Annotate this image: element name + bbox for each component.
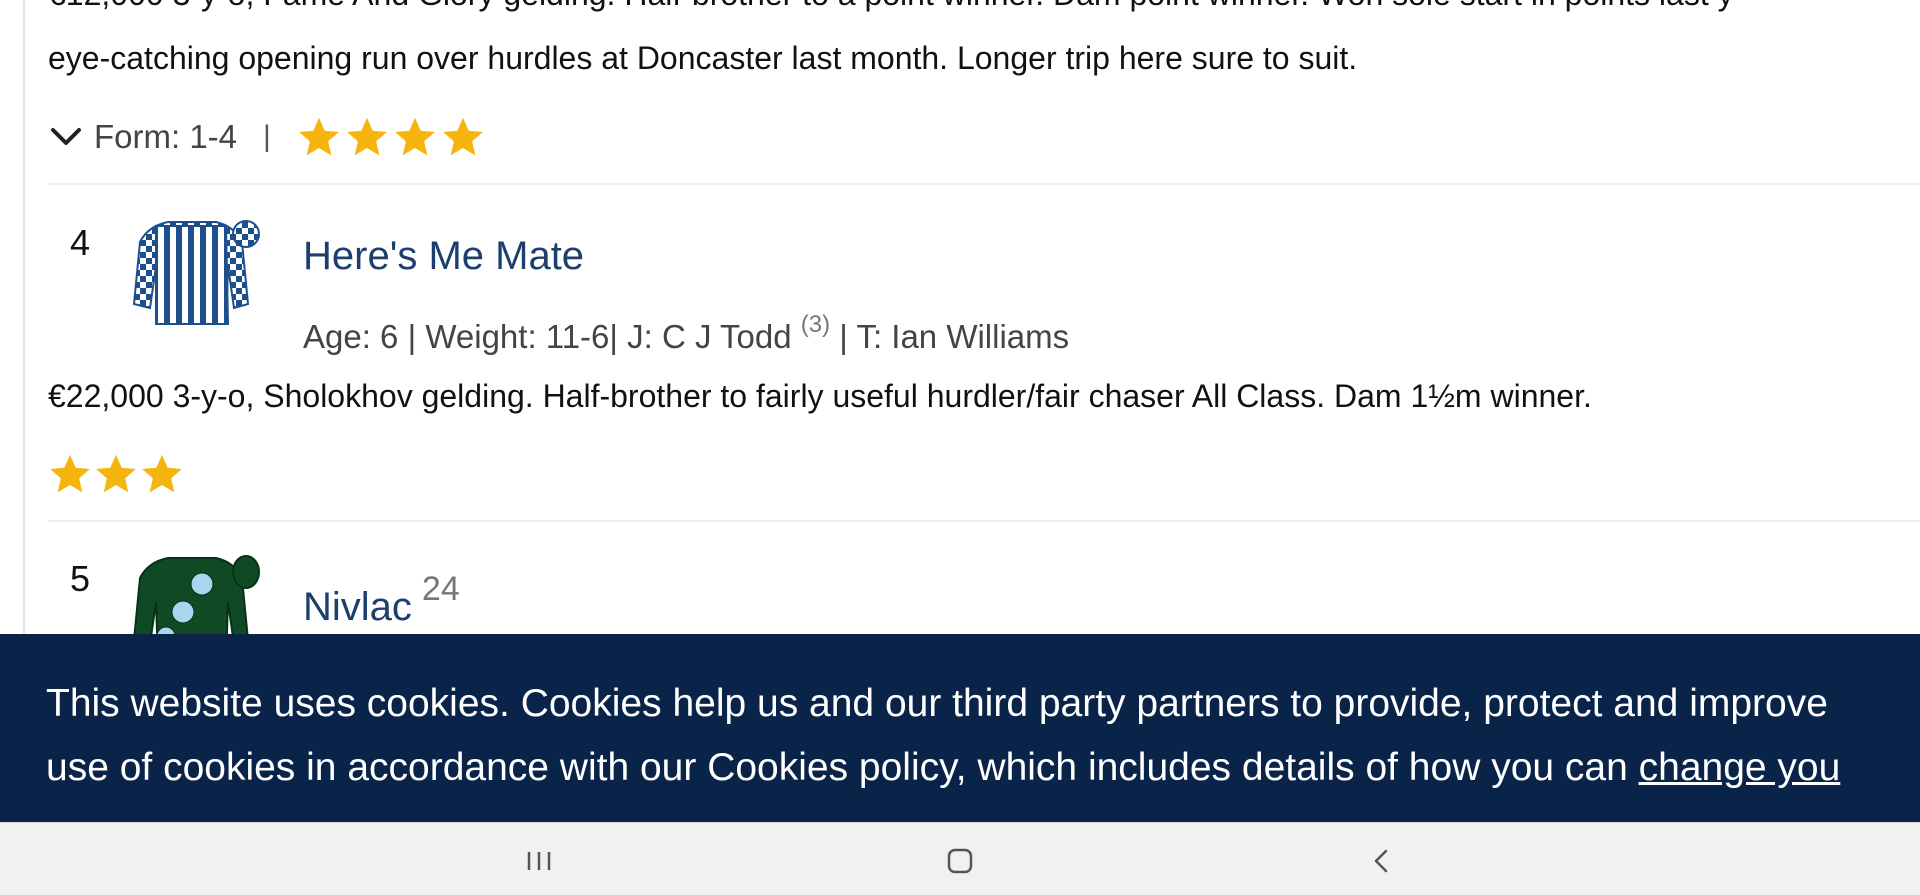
recents-button[interactable] bbox=[519, 841, 559, 881]
recents-icon bbox=[527, 852, 551, 870]
race-card: €12,000 3-y-o, Fame And Glory gelding. H… bbox=[0, 0, 1920, 634]
age: Age: 6 bbox=[303, 318, 399, 355]
star-rating bbox=[297, 115, 485, 159]
runner-description: €22,000 3-y-o, Sholokhov gelding. Half-b… bbox=[48, 378, 1592, 414]
form-separator: | bbox=[263, 120, 271, 153]
runner-number: 4 bbox=[70, 222, 91, 263]
runner-meta: Age: 6 | Weight: 11-6| J: C J Todd (3) |… bbox=[303, 311, 1069, 356]
star-icon bbox=[347, 117, 387, 156]
description-line-2: eye-catching opening run over hurdles at… bbox=[48, 40, 1358, 76]
jockey-silks-icon bbox=[133, 555, 260, 634]
horse-name-link[interactable]: Nivlac 24 bbox=[303, 570, 460, 630]
star-icon bbox=[299, 117, 339, 156]
chevron-down-icon bbox=[51, 128, 81, 145]
home-button[interactable] bbox=[940, 841, 980, 881]
form-label: Form: 1-4 bbox=[94, 118, 238, 155]
meta-separator: | bbox=[398, 318, 426, 355]
star-icon bbox=[50, 454, 90, 493]
android-navigation-bar bbox=[0, 822, 1920, 895]
star-icon bbox=[443, 117, 483, 156]
back-icon bbox=[1374, 849, 1388, 873]
star-icon bbox=[142, 454, 182, 493]
cookie-text: use of cookies in accordance with our Co… bbox=[46, 746, 1639, 789]
star-icon bbox=[96, 454, 136, 493]
days-since-run: 24 bbox=[421, 570, 460, 608]
description-line-1: €12,000 3-y-o, Fame And Glory gelding. H… bbox=[48, 0, 1920, 26]
horse-name-link[interactable]: Here's Me Mate bbox=[303, 234, 584, 279]
star-rating bbox=[48, 452, 184, 496]
jockey: J: C J Todd bbox=[627, 318, 792, 355]
meta-separator: | bbox=[839, 318, 857, 355]
jockey-claim: (3) bbox=[800, 311, 831, 338]
form-toggle[interactable]: Form: 1-4 | bbox=[48, 112, 485, 162]
divider bbox=[48, 183, 1920, 185]
cookie-text-line-1: This website uses cookies. Cookies help … bbox=[46, 682, 1828, 725]
left-border bbox=[23, 0, 25, 634]
cookie-text-line-2: use of cookies in accordance with our Co… bbox=[46, 746, 1840, 790]
change-cookie-settings-link[interactable]: change you bbox=[1639, 746, 1841, 789]
jockey-silks-icon bbox=[132, 220, 260, 325]
runner-number: 5 bbox=[70, 558, 91, 599]
previous-runner-description: €12,000 3-y-o, Fame And Glory gelding. H… bbox=[48, 0, 1920, 90]
weight: Weight: 11-6 bbox=[425, 318, 610, 355]
star-icon bbox=[395, 117, 435, 156]
divider bbox=[48, 520, 1920, 522]
trainer: T: Ian Williams bbox=[856, 318, 1070, 355]
horse-name: Nivlac bbox=[303, 585, 412, 629]
meta-separator: | bbox=[609, 318, 628, 355]
back-button[interactable] bbox=[1362, 841, 1402, 881]
home-icon bbox=[947, 848, 973, 874]
cookie-banner: This website uses cookies. Cookies help … bbox=[0, 634, 1920, 822]
